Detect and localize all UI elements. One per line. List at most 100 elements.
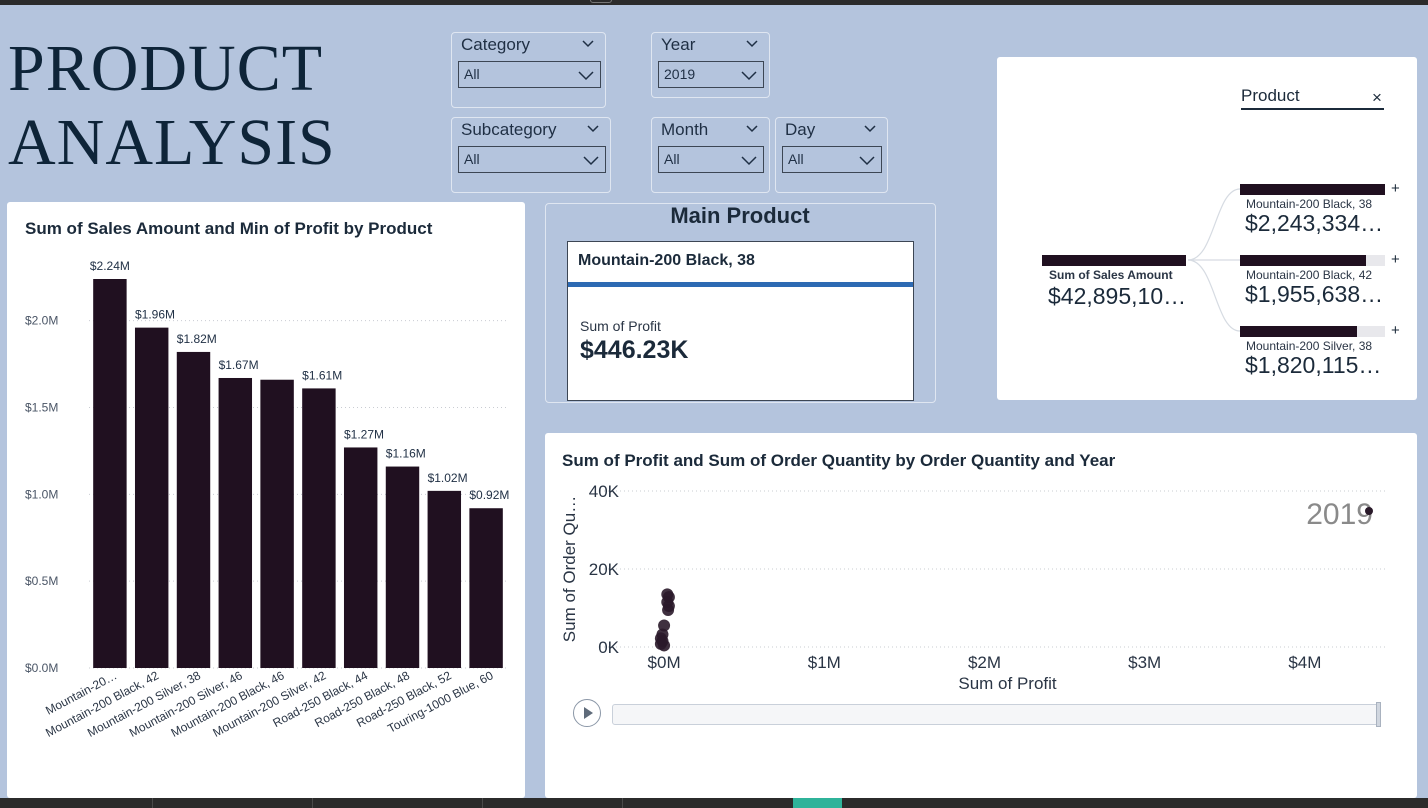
left-edge [0,5,7,798]
year-slicer[interactable]: Year 2019 [651,32,770,98]
tree-node-value: $1,955,638… [1245,281,1384,307]
play-trace-point [1365,507,1373,515]
bar[interactable] [176,351,211,668]
tree-level-header[interactable]: Product [1241,86,1384,110]
active-page-tab[interactable] [793,798,842,808]
page-title-line1: PRODUCT [8,32,324,105]
chevron-down-icon [741,156,757,166]
x-tick-label: $4M [1288,653,1321,672]
tree-root-value: $42,895,10… [1048,283,1187,309]
day-slicer-label: Day [785,120,816,139]
subcategory-dropdown[interactable]: All [458,146,606,173]
bar[interactable] [427,490,462,668]
page-title-line2: ANALYSIS [8,106,336,179]
tree-expand-button[interactable]: + [1391,251,1400,268]
y-tick-label: $1.5M [25,401,58,415]
bottom-taskbar [0,798,1428,808]
bar[interactable] [302,388,336,668]
bar[interactable] [343,447,378,668]
scatter-point[interactable] [662,603,675,616]
scatter-chart[interactable]: 0K20K40K$0M $1M $2M $3M $4MSum of ProfitSum … [545,433,1417,798]
main-product-name: Mountain-200 Black, 38 [578,252,755,269]
main-product-metric-label: Sum of Profit [580,318,661,334]
chevron-down-icon[interactable] [581,37,595,51]
tree-node-label: Mountain-200 Black, 42 [1246,268,1373,282]
y-tick-label: $2.0M [25,314,58,328]
subcategory-dropdown-value: All [464,151,480,167]
play-axis-handle[interactable] [1376,702,1381,727]
y-tick-label: 20K [589,560,620,579]
window-handle[interactable] [590,0,612,3]
tree-node-fill [1240,255,1367,266]
x-tick-label: $1M [808,653,841,672]
day-slicer[interactable]: Day All [775,117,888,193]
main-product-title: Main Product [670,203,810,228]
tree-expand-button[interactable]: + [1391,322,1400,339]
chevron-down-icon [859,156,875,166]
tree-node-fill [1240,326,1358,337]
day-dropdown-value: All [788,151,804,167]
scatter-point[interactable] [658,639,671,652]
day-dropdown[interactable]: All [782,146,882,173]
chevron-down-icon[interactable] [863,122,877,136]
play-icon [584,707,593,719]
close-icon[interactable]: × [1372,88,1382,108]
bar[interactable] [218,377,253,668]
y-axis-title: Sum of Order Qu… [560,496,579,642]
bar-data-label: $1.67M [219,358,259,372]
bar[interactable] [260,379,294,668]
chevron-down-icon [583,156,599,166]
bar-data-label: $0.92M [469,488,509,502]
bar-data-label: $1.16M [386,447,426,461]
play-axis-track[interactable] [612,704,1381,725]
main-product-card[interactable]: Mountain-200 Black, 38 Sum of Profit $44… [567,241,914,401]
window-top-bar [0,0,1428,5]
bar-data-label: $2.24M [90,259,130,273]
chevron-down-icon [741,71,757,81]
bar-data-label: $1.96M [135,308,175,322]
tree-node-value: $1,820,115… [1245,352,1382,378]
scatter-chart-card[interactable]: Sum of Profit and Sum of Order Quantity … [545,433,1417,798]
x-tick-label: $3M [1128,653,1161,672]
tree-node-track[interactable] [1240,184,1385,195]
category-dropdown-value: All [464,66,480,82]
x-tick-label: $0M [648,653,681,672]
bar[interactable] [93,279,127,668]
year-dropdown[interactable]: 2019 [658,61,764,88]
y-tick-label: $0.5M [25,574,58,588]
tree-node-fill [1240,184,1385,195]
chevron-down-icon[interactable] [586,122,600,136]
y-tick-label: 40K [589,482,620,501]
month-dropdown-value: All [664,151,680,167]
subcategory-slicer[interactable]: Subcategory All [451,117,611,193]
y-tick-label: 0K [598,638,619,657]
tree-node-value: $2,243,334… [1245,210,1384,236]
play-button[interactable] [573,699,601,727]
bar-data-label: $1.82M [177,332,217,346]
bar-data-label: $1.61M [302,368,342,382]
bar-data-label: $1.02M [428,471,468,485]
year-dropdown-value: 2019 [664,66,696,82]
category-slicer[interactable]: Category All [451,32,606,108]
chevron-down-icon[interactable] [745,122,759,136]
bar[interactable] [469,508,503,668]
subcategory-slicer-label: Subcategory [461,120,557,139]
bar[interactable] [385,466,420,668]
y-tick-label: $1.0M [25,487,58,501]
tree-node-track[interactable] [1240,326,1385,337]
page-title: PRODUCT ANALYSIS [8,32,336,180]
tree-root-bar[interactable] [1042,255,1186,266]
bar[interactable] [134,327,169,668]
play-axis-year-label: 2019 [1306,498,1373,531]
month-dropdown[interactable]: All [658,146,764,173]
bar-chart-card[interactable]: Sum of Sales Amount and Min of Profit by… [7,202,525,798]
chevron-down-icon [578,71,594,81]
tree-node-track[interactable] [1240,255,1385,266]
chevron-down-icon[interactable] [745,37,759,51]
tree-expand-button[interactable]: + [1391,180,1400,197]
category-dropdown[interactable]: All [458,61,601,88]
y-tick-label: $0.0M [25,661,58,675]
month-slicer[interactable]: Month All [651,117,770,193]
bar-chart[interactable]: $0.0M$0.5M$1.0M$1.5M$2.0M$2.24MMountain-… [7,202,525,798]
main-product-metric-value: $446.23K [580,336,689,364]
